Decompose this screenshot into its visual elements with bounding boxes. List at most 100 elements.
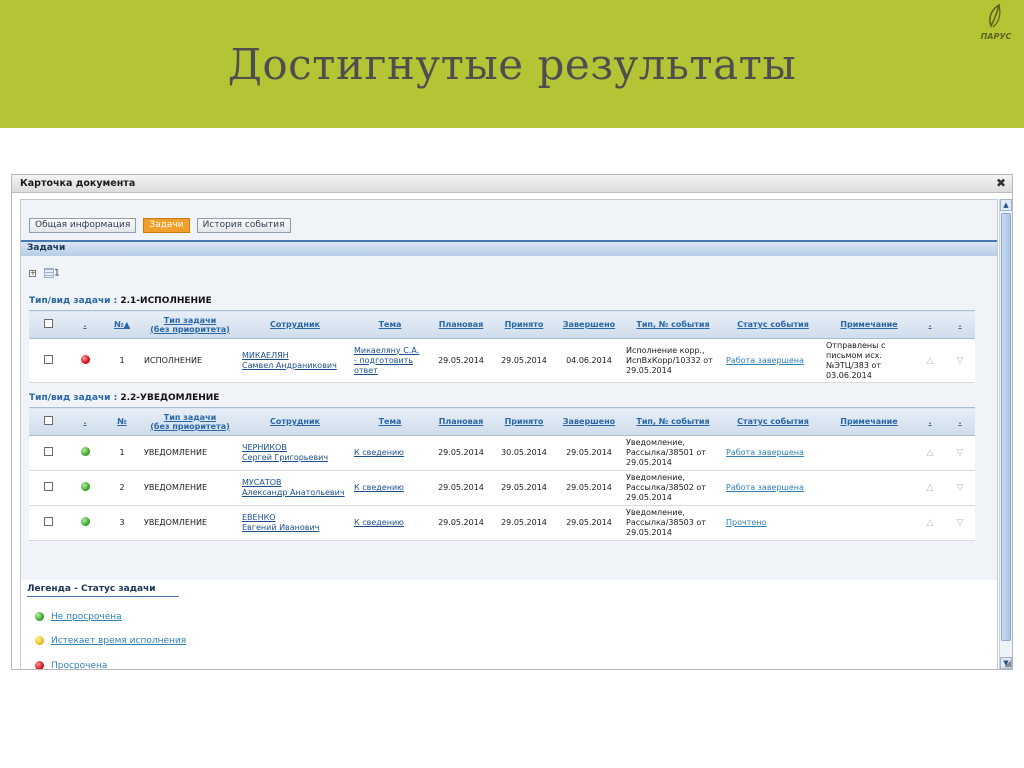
- row-move-down[interactable]: ▽: [945, 435, 975, 471]
- triangle-up-icon[interactable]: △: [927, 483, 934, 493]
- table-row[interactable]: 2 УВЕДОМЛЕНИЕ МУСАТОВ Александр Анатольев…: [29, 470, 975, 506]
- checkbox[interactable]: [43, 354, 53, 364]
- header-note[interactable]: Примечание: [823, 310, 915, 339]
- row-move-up[interactable]: △: [915, 470, 945, 506]
- header-event-type[interactable]: Тип, № события: [623, 407, 723, 436]
- row-employee[interactable]: ЕВЕНКО Евгений Иванович: [239, 505, 351, 541]
- triangle-down-icon[interactable]: ▽: [957, 448, 964, 458]
- select-all-header[interactable]: [29, 310, 67, 339]
- header-accepted[interactable]: Принято: [493, 310, 555, 339]
- header-event-status[interactable]: Статус события: [723, 310, 823, 339]
- legend-item-not-overdue[interactable]: Не просрочена: [35, 612, 122, 622]
- checkbox[interactable]: [43, 517, 53, 526]
- header-task-type-line1[interactable]: Тип задачи: [164, 413, 216, 422]
- close-icon[interactable]: ✖: [996, 175, 1006, 192]
- triangle-down-icon[interactable]: ▽: [957, 518, 964, 528]
- row-event-status[interactable]: Прочтено: [723, 505, 823, 541]
- triangle-up-icon[interactable]: △: [927, 356, 934, 366]
- row-event-status[interactable]: Работа завершена: [723, 435, 823, 471]
- scroll-thumb[interactable]: [1001, 213, 1011, 641]
- header-num-label[interactable]: №: [114, 320, 124, 329]
- sort-asc-icon[interactable]: ▲: [124, 320, 130, 329]
- header-task-type[interactable]: Тип задачи (без приоритета): [141, 310, 239, 339]
- event-status-link[interactable]: Работа завершена: [726, 356, 804, 365]
- legend-item-expiring[interactable]: Истекает время исполнения: [35, 636, 186, 646]
- employee-name[interactable]: Самвел Андраникович: [242, 361, 337, 370]
- row-event-status[interactable]: Работа завершена: [723, 338, 823, 383]
- legend-label[interactable]: Просрочена: [51, 661, 107, 669]
- header-subject[interactable]: Тема: [351, 407, 429, 436]
- header-num[interactable]: №▲: [103, 310, 141, 339]
- tab-tasks[interactable]: Задачи: [143, 218, 190, 233]
- row-move-down[interactable]: ▽: [945, 338, 975, 383]
- subject-line[interactable]: К сведению: [354, 518, 404, 527]
- header-subject[interactable]: Тема: [351, 310, 429, 339]
- table-row[interactable]: 1 УВЕДОМЛЕНИЕ ЧЕРНИКОВ Сергей Григорьевич…: [29, 435, 975, 471]
- header-accepted[interactable]: Принято: [493, 407, 555, 436]
- checkbox[interactable]: [43, 482, 53, 491]
- employee-surname[interactable]: МУСАТОВ: [242, 478, 282, 487]
- employee-name[interactable]: Сергей Григорьевич: [242, 453, 328, 462]
- subject-line[interactable]: - подготовить: [354, 356, 413, 365]
- header-event-status[interactable]: Статус события: [723, 407, 823, 436]
- row-move-down[interactable]: ▽: [945, 505, 975, 541]
- row-move-up[interactable]: △: [915, 435, 945, 471]
- header-num[interactable]: №: [103, 407, 141, 436]
- row-event-status[interactable]: Работа завершена: [723, 470, 823, 506]
- header-completed[interactable]: Завершено: [555, 407, 623, 436]
- header-task-type-line2[interactable]: (без приоритета): [150, 325, 230, 334]
- header-employee[interactable]: Сотрудник: [239, 310, 351, 339]
- header-employee[interactable]: Сотрудник: [239, 407, 351, 436]
- subject-line[interactable]: Микаеляну С.А.: [354, 346, 419, 355]
- event-status-link[interactable]: Прочтено: [726, 518, 766, 527]
- triangle-down-icon[interactable]: ▽: [957, 483, 964, 493]
- checkbox[interactable]: [43, 447, 53, 456]
- tab-event-history[interactable]: История события: [196, 218, 291, 233]
- plus-box-icon[interactable]: +: [29, 269, 36, 277]
- employee-name[interactable]: Александр Анатольевич: [242, 488, 345, 497]
- row-move-down[interactable]: ▽: [945, 470, 975, 506]
- header-task-type-line1[interactable]: Тип задачи: [164, 316, 216, 325]
- event-status-link[interactable]: Работа завершена: [726, 448, 804, 457]
- table-row[interactable]: 1 ИСПОЛНЕНИЕ МИКАЕЛЯН Самвел Андраникович…: [29, 338, 975, 383]
- row-move-up[interactable]: △: [915, 505, 945, 541]
- legend-item-overdue[interactable]: Просрочена: [35, 661, 107, 669]
- row-subject[interactable]: Микаеляну С.А. - подготовить ответ: [351, 338, 429, 383]
- row-employee[interactable]: МИКАЕЛЯН Самвел Андраникович: [239, 338, 351, 383]
- event-status-link[interactable]: Работа завершена: [726, 483, 804, 492]
- vertical-scrollbar[interactable]: ▲ ▼: [999, 199, 1012, 669]
- row-select[interactable]: [29, 505, 67, 541]
- subject-line[interactable]: К сведению: [354, 448, 404, 457]
- employee-surname[interactable]: ЧЕРНИКОВ: [242, 443, 287, 452]
- select-all-header[interactable]: [29, 407, 67, 436]
- legend-label[interactable]: Истекает время исполнения: [51, 636, 186, 646]
- triangle-down-icon[interactable]: ▽: [957, 356, 964, 366]
- header-event-type[interactable]: Тип, № события: [623, 310, 723, 339]
- row-subject[interactable]: К сведению: [351, 470, 429, 506]
- row-select[interactable]: [29, 435, 67, 471]
- triangle-up-icon[interactable]: △: [927, 518, 934, 528]
- checkbox[interactable]: [43, 319, 53, 328]
- row-subject[interactable]: К сведению: [351, 435, 429, 471]
- triangle-up-icon[interactable]: △: [927, 448, 934, 458]
- resize-grip-icon[interactable]: ◢: [1004, 659, 1011, 669]
- employee-surname[interactable]: ЕВЕНКО: [242, 513, 276, 522]
- row-employee[interactable]: МУСАТОВ Александр Анатольевич: [239, 470, 351, 506]
- scroll-up-icon[interactable]: ▲: [1000, 199, 1012, 211]
- subject-line[interactable]: К сведению: [354, 483, 404, 492]
- employee-name[interactable]: Евгений Иванович: [242, 523, 319, 532]
- row-employee[interactable]: ЧЕРНИКОВ Сергей Григорьевич: [239, 435, 351, 471]
- row-select[interactable]: [29, 338, 67, 383]
- checkbox[interactable]: [43, 416, 53, 425]
- header-task-type-line2[interactable]: (без приоритета): [150, 422, 230, 431]
- header-note[interactable]: Примечание: [823, 407, 915, 436]
- header-planned[interactable]: Плановая: [429, 407, 493, 436]
- row-subject[interactable]: К сведению: [351, 505, 429, 541]
- header-completed[interactable]: Завершено: [555, 310, 623, 339]
- row-select[interactable]: [29, 470, 67, 506]
- legend-label[interactable]: Не просрочена: [51, 612, 122, 622]
- header-planned[interactable]: Плановая: [429, 310, 493, 339]
- row-move-up[interactable]: △: [915, 338, 945, 383]
- header-task-type[interactable]: Тип задачи (без приоритета): [141, 407, 239, 436]
- subject-line[interactable]: ответ: [354, 366, 378, 375]
